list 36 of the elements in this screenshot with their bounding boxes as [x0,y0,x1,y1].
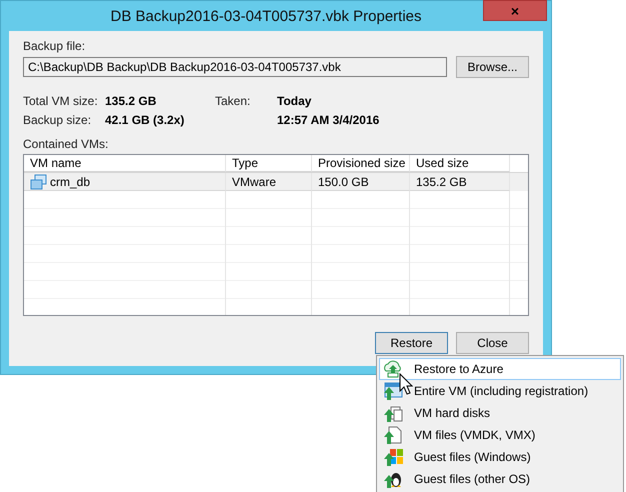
table-cell: 150.0 GB [312,173,410,191]
restore-button[interactable]: Restore [375,332,448,354]
table-cell: VMware [226,173,312,191]
info-value: 42.1 GB (3.2x) [105,113,186,127]
column-header[interactable]: Provisioned size [312,155,410,172]
table-row[interactable]: crm_db VMware 150.0 GB 135.2 GB [24,173,528,191]
info-value: 12:57 AM 3/4/2016 [277,113,380,127]
section-label: Contained VMs: [23,137,110,151]
menu-item[interactable]: Guest files (other OS) [379,468,621,490]
info-label: Taken: [215,94,252,108]
close-dialog-button[interactable]: Close [456,332,529,354]
menu-item[interactable]: Restore to Azure [379,358,621,380]
windows-upload-icon [382,447,404,467]
window-upload-icon [382,381,404,401]
menu-item[interactable]: VM files (VMDK, VMX) [379,424,621,446]
column-header[interactable]: Type [226,155,312,172]
info-label: Backup size: [23,113,92,127]
menu-item[interactable]: Entire VM (including registration) [379,380,621,402]
vm-icon [30,174,48,190]
browse-button[interactable]: Browse... [456,56,529,78]
window-title: DB Backup2016-03-04T005737.vbk Properties [110,8,422,24]
close-button[interactable]: × [483,0,547,21]
info-value: 135.2 GB [105,94,158,108]
menu-item[interactable]: VM hard disks [379,402,621,424]
mouse-pointer-icon [399,373,413,395]
table-cell: crm_db [24,173,226,191]
info-value: Today [277,94,312,108]
menu-item[interactable]: Guest files (Windows) [379,446,621,468]
cloud-upload-icon [382,359,404,379]
table-cell: 135.2 GB [410,173,510,191]
column-header[interactable]: VM name [24,155,226,172]
file-upload-icon [382,425,404,445]
info-label: Total VM size: [23,94,99,108]
backup-file-field[interactable]: C:\Backup\DB Backup\DB Backup2016-03-04T005737.vbk [23,57,447,77]
field-label: Backup file: [23,39,86,53]
column-header[interactable]: Used size [410,155,510,172]
